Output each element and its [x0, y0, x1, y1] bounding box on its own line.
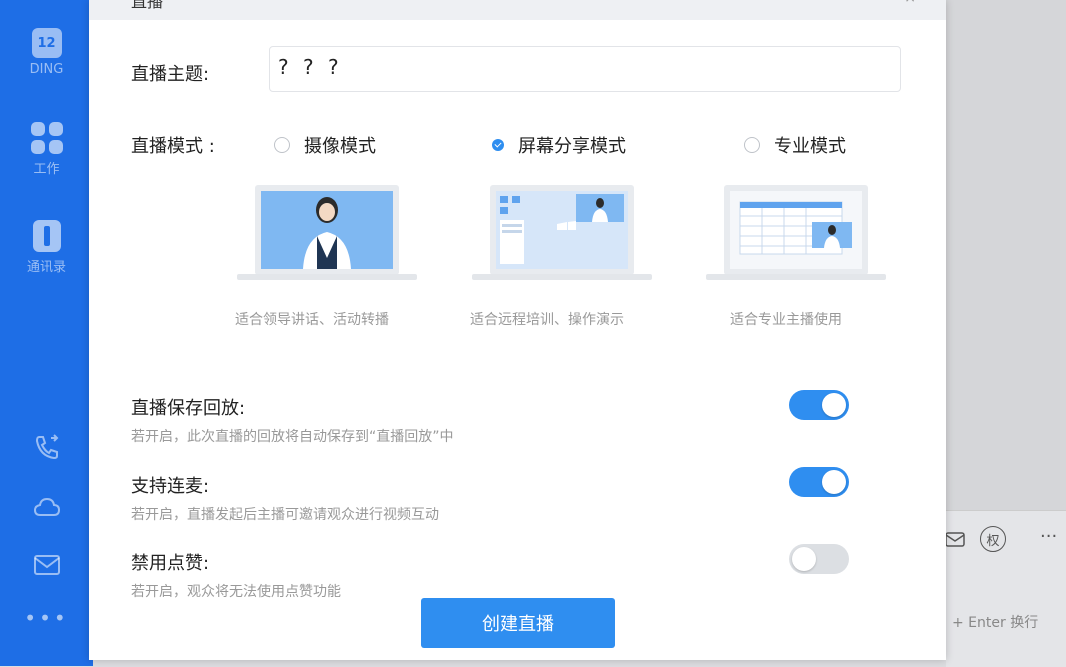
setting-label-mic-link: 支持连麦:: [131, 476, 210, 497]
sidebar-item-label: 通讯录: [26, 260, 66, 275]
topic-label: 直播主题:: [131, 64, 210, 85]
mode-label: 摄像模式: [304, 136, 376, 157]
replay-toggle[interactable]: [789, 390, 849, 420]
radio-checked-icon[interactable]: [492, 139, 504, 151]
sidebar-item-label: DING: [29, 62, 64, 77]
mode-label: 屏幕分享模式: [518, 136, 626, 157]
setting-label-replay: 直播保存回放:: [131, 398, 246, 419]
setting-desc-replay: 若开启，此次直播的回放将自动保存到“直播回放”中: [131, 429, 454, 445]
mail-icon: [33, 555, 60, 575]
sidebar-item-phone[interactable]: [0, 432, 93, 462]
setting-desc-disable-likes: 若开启，观众将无法使用点赞功能: [131, 584, 341, 600]
radio-button[interactable]: [744, 137, 760, 153]
radio-button[interactable]: [274, 137, 290, 153]
app-sidebar: 12 DING 工作 通讯录 •••: [0, 0, 93, 666]
screen-share-illustration: [472, 185, 652, 280]
toggle-knob: [822, 393, 846, 417]
sidebar-item-cloud[interactable]: [0, 492, 93, 522]
sidebar-item-more[interactable]: •••: [0, 606, 93, 630]
create-live-dialog: 直播 × 直播主题: ? ? ? 直播模式 : 摄像模式 屏幕分享模式 专业模式: [89, 0, 946, 660]
mode-description: 适合专业主播使用: [730, 312, 842, 328]
sidebar-item-ding[interactable]: 12 DING: [0, 28, 93, 77]
toggle-knob: [792, 547, 816, 571]
create-live-button[interactable]: 创建直播: [421, 598, 615, 648]
calendar-icon: 12: [31, 28, 62, 58]
enter-newline-hint: + Enter 换行: [952, 615, 1039, 631]
contacts-icon: [32, 220, 61, 252]
mode-label: 专业模式: [774, 136, 846, 157]
toggle-knob: [822, 470, 846, 494]
mode-description: 适合远程培训、操作演示: [470, 312, 624, 328]
cloud-icon: [33, 497, 60, 516]
mail-icon[interactable]: [944, 528, 966, 550]
sidebar-item-label: 工作: [33, 162, 60, 177]
sidebar-item-work[interactable]: 工作: [0, 122, 93, 177]
setting-label-disable-likes: 禁用点赞:: [131, 553, 210, 574]
dialog-title: 直播: [131, 0, 164, 11]
pro-mode-illustration: [706, 185, 886, 280]
disable-likes-toggle[interactable]: [789, 544, 849, 574]
mode-option-screen-share[interactable]: 屏幕分享模式: [492, 132, 626, 158]
camera-mode-illustration: [237, 185, 417, 280]
more-icon[interactable]: ···: [1040, 526, 1057, 547]
more-icon: •••: [24, 606, 69, 630]
mode-description: 适合领导讲话、活动转播: [235, 312, 389, 328]
permission-icon[interactable]: 权: [980, 526, 1006, 552]
sidebar-item-mail[interactable]: [0, 550, 93, 580]
mic-link-toggle[interactable]: [789, 467, 849, 497]
mode-option-camera[interactable]: 摄像模式: [274, 132, 376, 158]
topic-input[interactable]: ? ? ?: [269, 46, 901, 92]
setting-desc-mic-link: 若开启，直播发起后主播可邀请观众进行视频互动: [131, 507, 439, 523]
dialog-header: 直播 ×: [89, 0, 946, 20]
close-icon[interactable]: ×: [904, 0, 916, 6]
mode-label: 直播模式 :: [131, 136, 215, 157]
sidebar-item-contacts[interactable]: 通讯录: [0, 220, 93, 275]
phone-icon: [35, 434, 58, 460]
mode-option-pro[interactable]: 专业模式: [744, 132, 846, 158]
workbench-grid-icon: [30, 122, 63, 154]
